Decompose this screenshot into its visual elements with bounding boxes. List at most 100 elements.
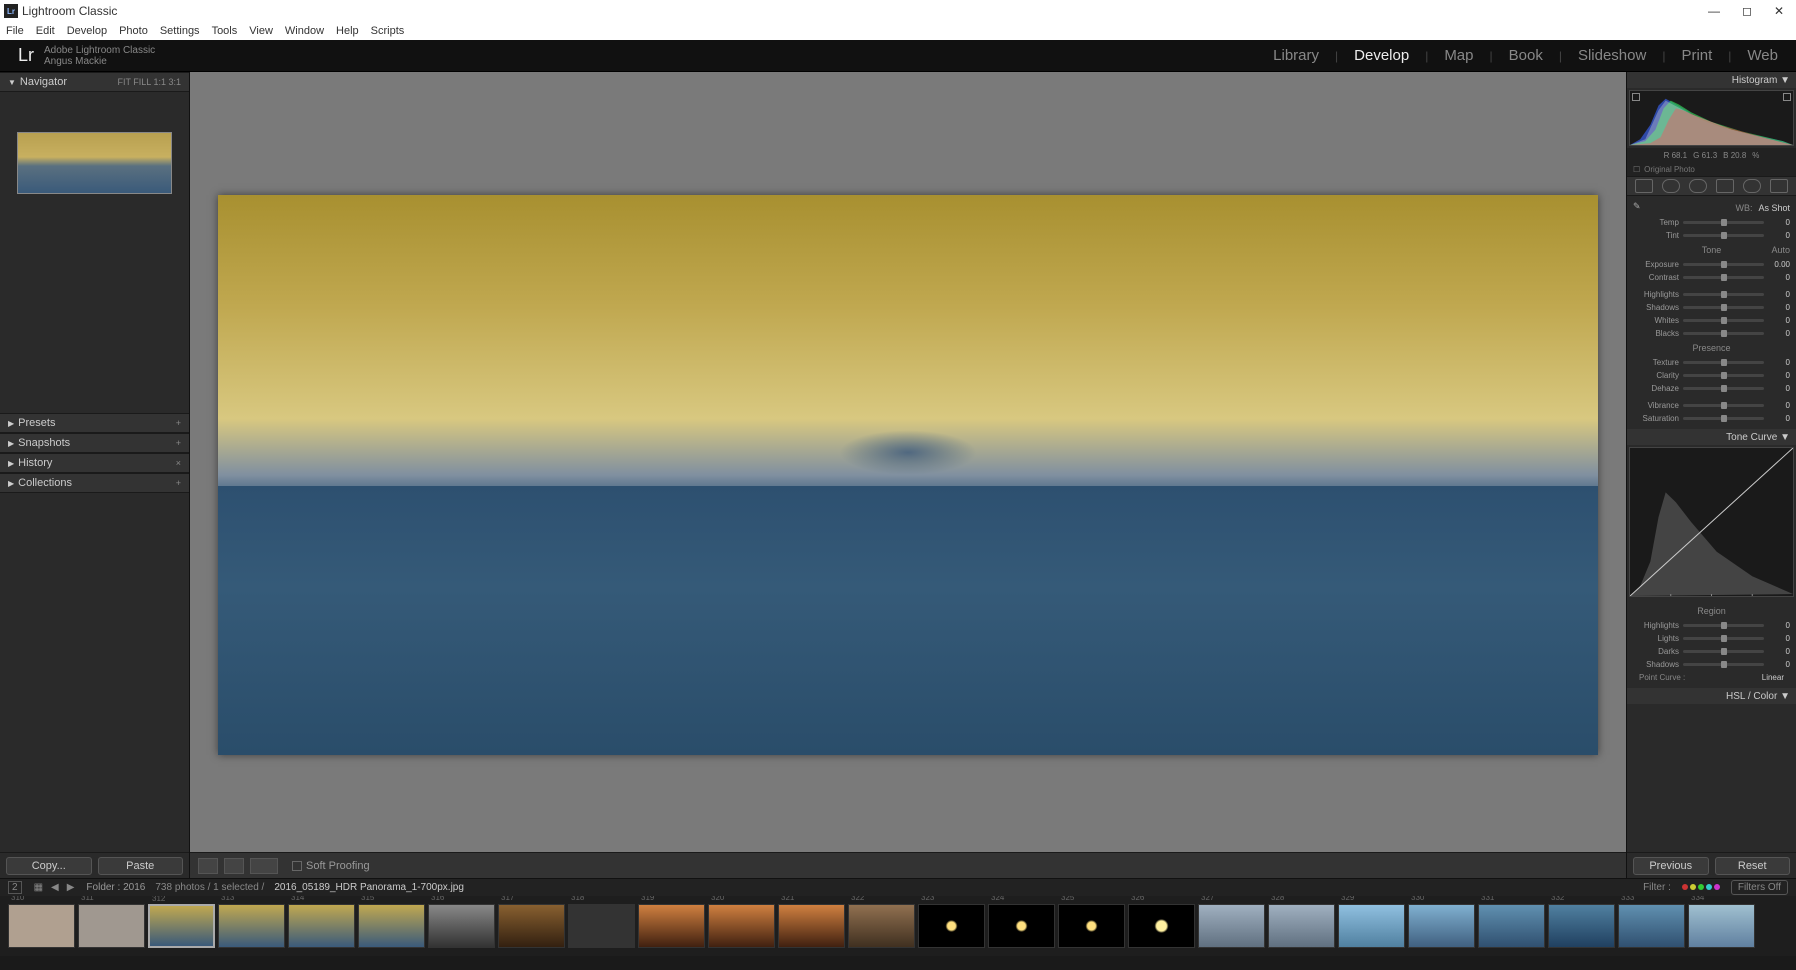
filmstrip[interactable]: 3103113123133143153163173183193203213223…: [0, 896, 1796, 956]
thumb-330[interactable]: 330: [1408, 904, 1475, 948]
crop-tool[interactable]: [1635, 179, 1653, 193]
graduated-filter-tool[interactable]: [1716, 179, 1734, 193]
thumb-321[interactable]: 321: [778, 904, 845, 948]
menu-edit[interactable]: Edit: [36, 25, 55, 37]
thumb-315[interactable]: 315: [358, 904, 425, 948]
presence-texture-slider[interactable]: Texture0: [1633, 356, 1790, 369]
module-slideshow[interactable]: Slideshow: [1578, 47, 1646, 64]
main-preview-image[interactable]: [218, 195, 1598, 755]
hsl-header[interactable]: HSL / Color ▼: [1627, 688, 1796, 704]
region-shadows-slider[interactable]: Shadows0: [1633, 658, 1790, 671]
thumb-317[interactable]: 317: [498, 904, 565, 948]
thumb-331[interactable]: 331: [1478, 904, 1545, 948]
copy-button[interactable]: Copy...: [6, 857, 92, 875]
thumb-316[interactable]: 316: [428, 904, 495, 948]
thumb-326[interactable]: 326: [1128, 904, 1195, 948]
menu-file[interactable]: File: [6, 25, 24, 37]
module-library[interactable]: Library: [1273, 47, 1319, 64]
thumb-311[interactable]: 311: [78, 904, 145, 948]
point-curve-value[interactable]: Linear: [1762, 673, 1784, 682]
reset-button[interactable]: Reset: [1715, 857, 1791, 875]
module-develop[interactable]: Develop: [1354, 47, 1409, 64]
region-lights-slider[interactable]: Lights0: [1633, 632, 1790, 645]
menu-help[interactable]: Help: [336, 25, 359, 37]
minimize-button[interactable]: —: [1708, 4, 1720, 18]
tone-highlights-slider[interactable]: Highlights0: [1633, 288, 1790, 301]
thumb-319[interactable]: 319: [638, 904, 705, 948]
tone-curve-header[interactable]: Tone Curve ▼: [1627, 429, 1796, 445]
thumb-312[interactable]: 312: [148, 904, 215, 948]
presence-vibrance-slider[interactable]: Vibrance0: [1633, 399, 1790, 412]
tone-shadows-slider[interactable]: Shadows0: [1633, 301, 1790, 314]
module-web[interactable]: Web: [1747, 47, 1778, 64]
panel-collections[interactable]: ▶Collections+: [0, 473, 189, 493]
back-icon[interactable]: ◀: [49, 882, 61, 893]
second-window-button[interactable]: 2: [8, 881, 22, 894]
thumb-332[interactable]: 332: [1548, 904, 1615, 948]
module-print[interactable]: Print: [1681, 47, 1712, 64]
thumb-322[interactable]: 322: [848, 904, 915, 948]
thumb-324[interactable]: 324: [988, 904, 1055, 948]
auto-button[interactable]: Auto: [1771, 245, 1790, 255]
tone-whites-slider[interactable]: Whites0: [1633, 314, 1790, 327]
panel-snapshots[interactable]: ▶Snapshots+: [0, 433, 189, 453]
thumb-313[interactable]: 313: [218, 904, 285, 948]
presence-clarity-slider[interactable]: Clarity0: [1633, 369, 1790, 382]
filters-off-button[interactable]: Filters Off: [1731, 880, 1788, 895]
paste-button[interactable]: Paste: [98, 857, 184, 875]
radial-filter-tool[interactable]: [1743, 179, 1761, 193]
thumb-328[interactable]: 328: [1268, 904, 1335, 948]
shadow-clip-icon[interactable]: [1632, 93, 1640, 101]
thumb-314[interactable]: 314: [288, 904, 355, 948]
before-after-button[interactable]: [224, 858, 244, 874]
thumb-323[interactable]: 323: [918, 904, 985, 948]
maximize-button[interactable]: ◻: [1742, 4, 1752, 18]
tone-contrast-slider[interactable]: Contrast0: [1633, 271, 1790, 284]
spot-removal-tool[interactable]: [1662, 179, 1680, 193]
presence-dehaze-slider[interactable]: Dehaze0: [1633, 382, 1790, 395]
panel-history[interactable]: ▶History×: [0, 453, 189, 473]
brush-tool[interactable]: [1770, 179, 1788, 193]
point-curve-row[interactable]: Point Curve : Linear: [1633, 671, 1790, 684]
menu-window[interactable]: Window: [285, 25, 324, 37]
thumb-329[interactable]: 329: [1338, 904, 1405, 948]
close-button[interactable]: ✕: [1774, 4, 1784, 18]
tone-blacks-slider[interactable]: Blacks0: [1633, 327, 1790, 340]
thumb-310[interactable]: 310: [8, 904, 75, 948]
menu-photo[interactable]: Photo: [119, 25, 148, 37]
thumb-320[interactable]: 320: [708, 904, 775, 948]
menu-develop[interactable]: Develop: [67, 25, 107, 37]
menu-view[interactable]: View: [249, 25, 273, 37]
tone-curve[interactable]: [1629, 447, 1794, 597]
eyedropper-icon[interactable]: ✎: [1633, 201, 1647, 215]
module-map[interactable]: Map: [1444, 47, 1473, 64]
menu-tools[interactable]: Tools: [212, 25, 238, 37]
soft-proofing-checkbox[interactable]: [292, 861, 302, 871]
forward-icon[interactable]: ▶: [65, 882, 77, 893]
thumb-334[interactable]: 334: [1688, 904, 1755, 948]
folder-path[interactable]: Folder : 2016: [86, 882, 145, 893]
before-after-split-button[interactable]: [250, 858, 278, 874]
previous-button[interactable]: Previous: [1633, 857, 1709, 875]
loupe-view-button[interactable]: [198, 858, 218, 874]
module-book[interactable]: Book: [1509, 47, 1543, 64]
redeye-tool[interactable]: [1689, 179, 1707, 193]
tone-exposure-slider[interactable]: Exposure0.00: [1633, 258, 1790, 271]
navigator-header[interactable]: ▼ Navigator FIT FILL 1:1 3:1: [0, 72, 189, 92]
histogram-header[interactable]: Histogram ▼: [1627, 72, 1796, 88]
panel-presets[interactable]: ▶Presets+: [0, 413, 189, 433]
thumb-318[interactable]: 318: [568, 904, 635, 948]
wb-temp-slider[interactable]: Temp0: [1633, 216, 1790, 229]
navigator-zoom[interactable]: FIT FILL 1:1 3:1: [117, 77, 181, 87]
wb-tint-slider[interactable]: Tint0: [1633, 229, 1790, 242]
region-darks-slider[interactable]: Darks0: [1633, 645, 1790, 658]
thumb-325[interactable]: 325: [1058, 904, 1125, 948]
soft-proofing-toggle[interactable]: Soft Proofing: [292, 860, 370, 872]
thumb-333[interactable]: 333: [1618, 904, 1685, 948]
navigator-thumbnail[interactable]: [17, 132, 172, 194]
highlight-clip-icon[interactable]: [1783, 93, 1791, 101]
thumb-327[interactable]: 327: [1198, 904, 1265, 948]
presence-saturation-slider[interactable]: Saturation0: [1633, 412, 1790, 425]
menu-scripts[interactable]: Scripts: [371, 25, 405, 37]
filter-flags[interactable]: [1681, 882, 1721, 893]
